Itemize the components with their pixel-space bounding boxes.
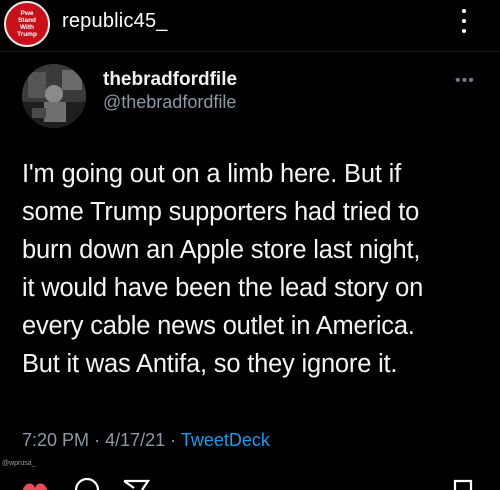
avatar-text-line: Trump (17, 31, 37, 38)
comment-icon[interactable] (74, 478, 100, 490)
tweet-body: I'm going out on a limb here. But if som… (22, 155, 492, 383)
username-link[interactable]: republic45_ (62, 10, 168, 33)
post-actions (0, 478, 500, 490)
tweet-handle: @thebradfordfile (103, 92, 237, 112)
tweet-text-line: every cable news outlet in America. (22, 312, 415, 340)
bookmark-icon[interactable] (452, 478, 474, 490)
tweet-text-line: burn down an Apple store last night, (22, 236, 421, 264)
tweet-time: 7:20 PM (22, 430, 90, 450)
tweet-display-name: thebradfordfile (103, 69, 238, 90)
avatar-text-line: Stand (17, 17, 37, 24)
profile-avatar[interactable]: Pwe Stand With Trump (4, 1, 50, 47)
post-header: Pwe Stand With Trump republic45_ (0, 0, 500, 50)
more-vertical-icon[interactable] (452, 6, 476, 36)
tweet-author-avatar (22, 64, 86, 128)
heart-icon[interactable] (22, 478, 48, 490)
tweet-text-line: some Trump supporters had tried to (22, 198, 420, 226)
tweet-text-line: But it was Antifa, so they ignore it. (22, 350, 398, 378)
tweet-text-line: it would have been the lead story on (22, 274, 424, 302)
meta-separator: · (94, 430, 106, 450)
tweet-meta: 7:20 PM · 4/17/21 · TweetDeck (22, 430, 270, 451)
header-divider (0, 51, 500, 52)
tweet-date: 4/17/21 (105, 430, 166, 450)
avatar-text-line: With (19, 24, 35, 31)
meta-separator: · (170, 430, 181, 450)
tweet-text-line: I'm going out on a limb here. But if (22, 160, 401, 188)
more-horizontal-icon: ••• (455, 72, 475, 89)
share-icon[interactable] (122, 478, 150, 490)
tweet-source: TweetDeck (180, 430, 270, 450)
avatar-text-line: Pwe (20, 10, 34, 17)
watermark: @wprusa_ (2, 460, 36, 467)
